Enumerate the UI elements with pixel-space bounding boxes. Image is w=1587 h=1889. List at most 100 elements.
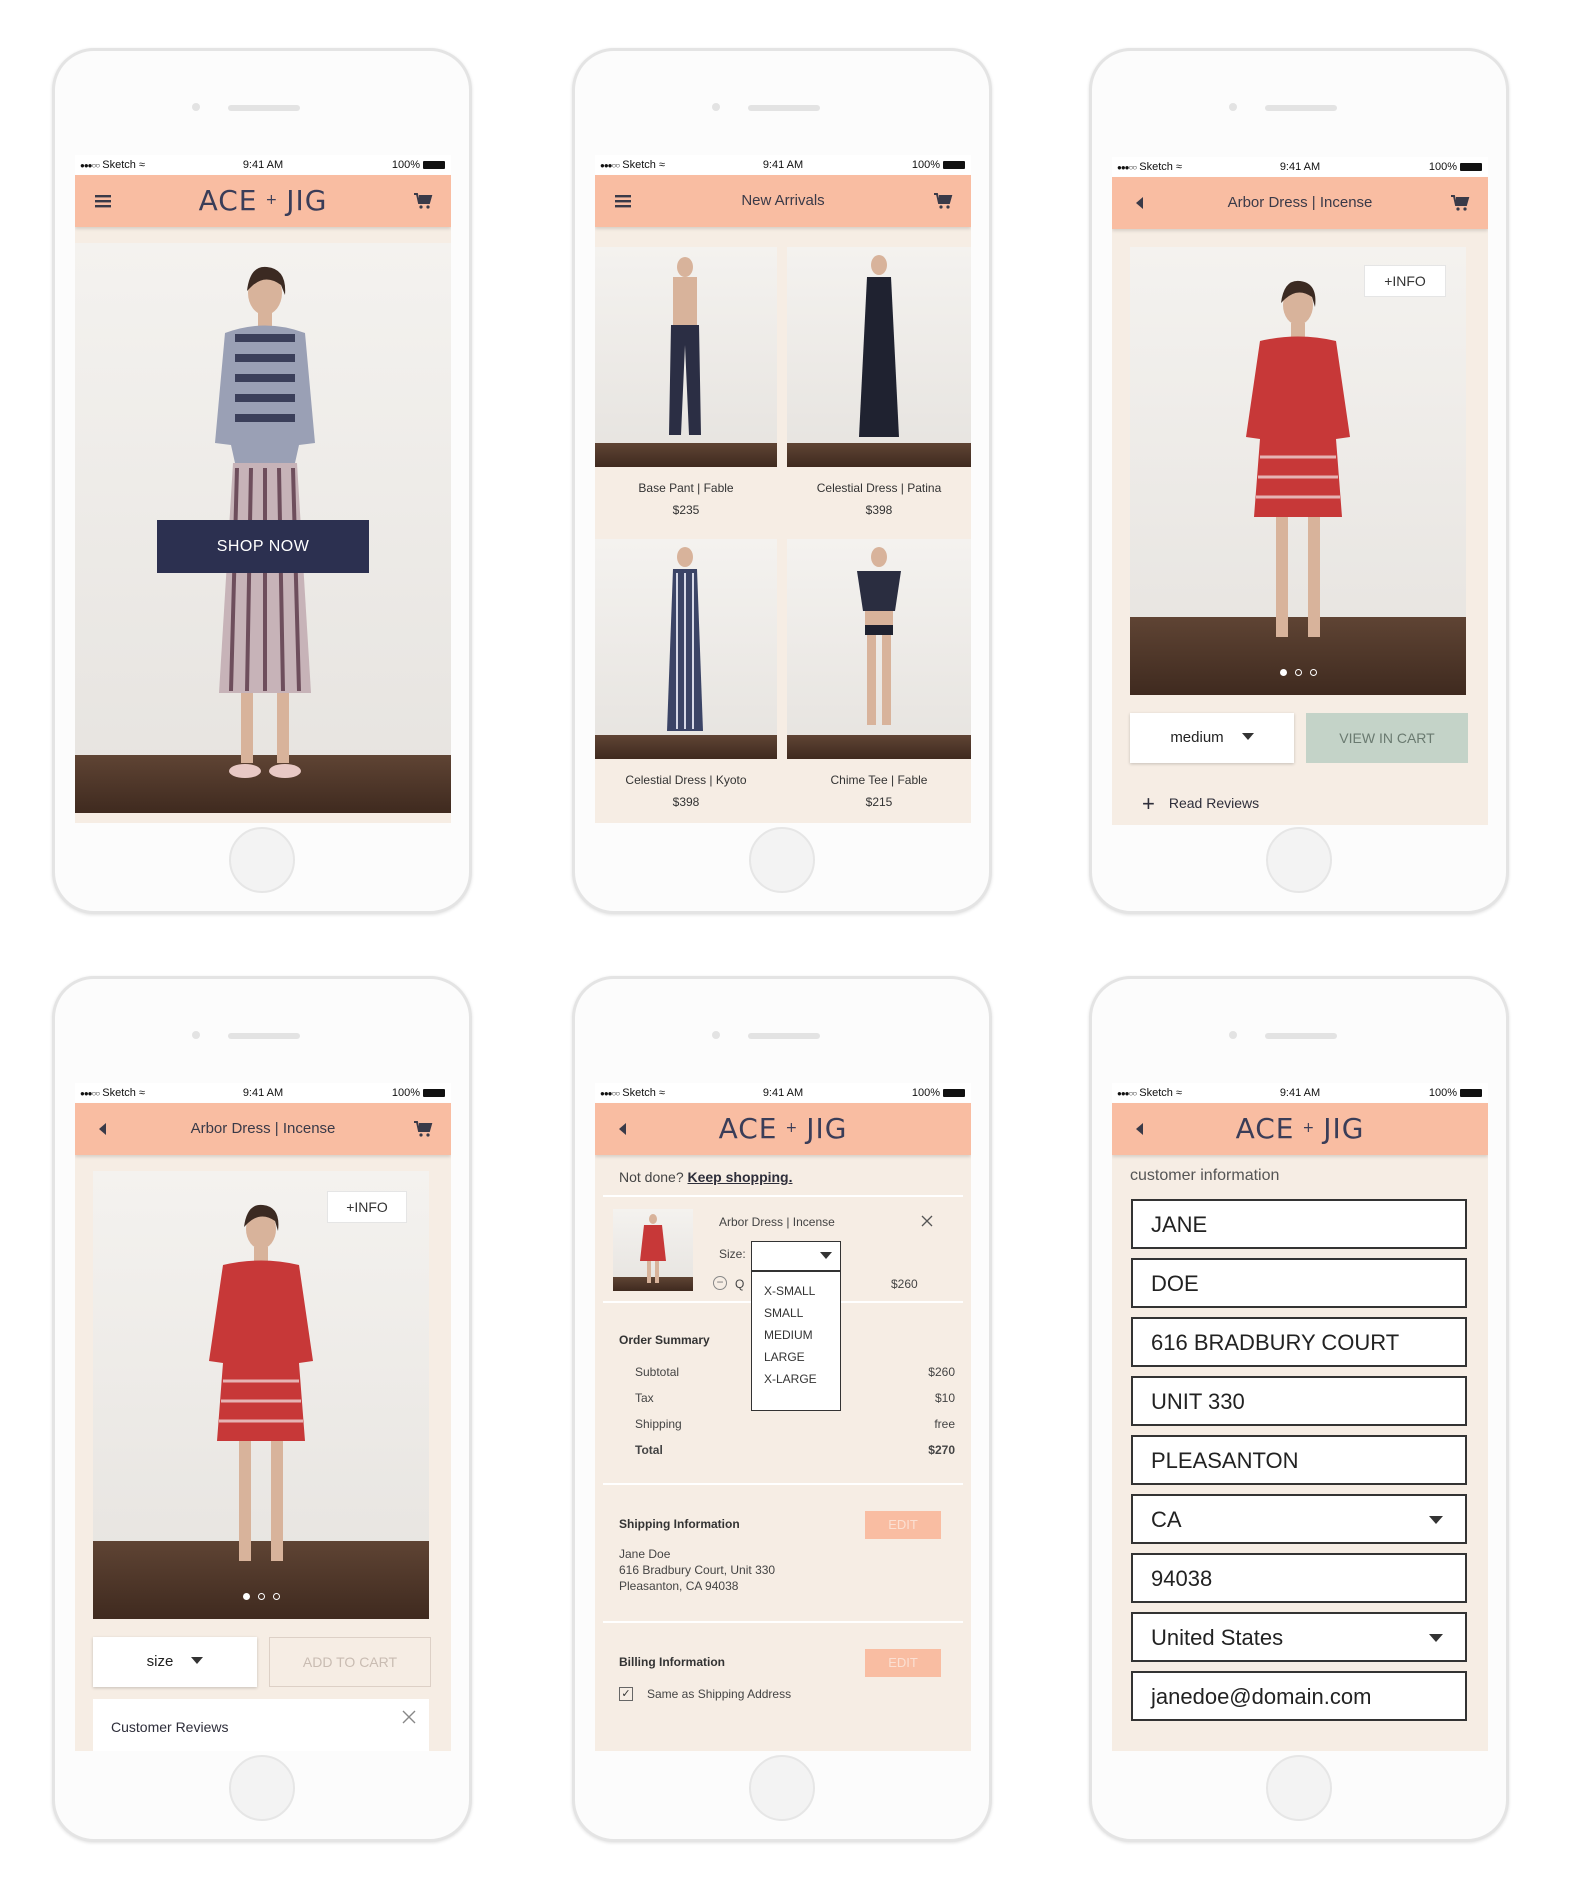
cart-icon[interactable]: [933, 191, 953, 211]
edit-billing-button[interactable]: EDIT: [865, 1649, 941, 1677]
status-bar: ●●●○○ Sketch ≈ 9:41 AM 100%: [75, 155, 451, 175]
size-select[interactable]: medium: [1130, 713, 1294, 763]
size-option[interactable]: SMALL: [752, 1302, 840, 1324]
menu-icon[interactable]: [613, 191, 633, 211]
product-name[interactable]: Celestial Dress | Patina: [787, 481, 971, 495]
product-image-celestial-patina[interactable]: [787, 247, 971, 467]
same-as-shipping-label: Same as Shipping Address: [647, 1687, 792, 1701]
phone-cart: ●●●○○ Sketch ≈ 9:41 AM 100% ACE + JIG Not …: [572, 976, 992, 1842]
info-button[interactable]: +INFO: [327, 1191, 407, 1223]
speaker: [1265, 1033, 1337, 1039]
nav-bar: ACE + JIG: [75, 175, 451, 227]
size-option[interactable]: LARGE: [752, 1346, 840, 1368]
product-price: $235: [672, 503, 700, 517]
plus-icon: +: [1142, 791, 1155, 816]
back-arrow-icon[interactable]: [613, 1119, 633, 1139]
remove-item-icon[interactable]: [921, 1215, 933, 1227]
last-name-field[interactable]: DOE: [1131, 1258, 1467, 1308]
battery-icon: [423, 161, 445, 169]
size-dropdown-menu: X-SMALL SMALL MEDIUM LARGE X-LARGE: [751, 1271, 841, 1411]
shipping-row: Shipping free: [635, 1417, 955, 1431]
reviews-title: Customer Reviews: [111, 1719, 229, 1735]
product-image-base-pant[interactable]: [595, 247, 777, 467]
state-select[interactable]: CA: [1131, 1494, 1467, 1544]
speaker: [748, 105, 820, 111]
product-image[interactable]: +INFO: [1130, 247, 1466, 695]
product-name[interactable]: Celestial Dress | Kyoto: [595, 773, 777, 787]
email-field[interactable]: janedoe@domain.com: [1131, 1671, 1467, 1721]
home-button[interactable]: [749, 1755, 815, 1821]
camera: [1229, 1031, 1237, 1039]
logo[interactable]: ACE + JIG: [135, 184, 391, 217]
address-name: Jane Doe: [619, 1547, 671, 1561]
product-name[interactable]: Chime Tee | Fable: [787, 773, 971, 787]
home-button[interactable]: [229, 1755, 295, 1821]
view-in-cart-button[interactable]: VIEW IN CART: [1306, 713, 1468, 763]
qty-minus-icon[interactable]: −: [713, 1276, 727, 1290]
battery-icon: [1460, 163, 1482, 171]
back-arrow-icon[interactable]: [93, 1119, 113, 1139]
chevron-down-icon: [1241, 733, 1254, 740]
size-option[interactable]: X-SMALL: [752, 1280, 840, 1302]
size-select[interactable]: size: [93, 1637, 257, 1687]
product-name[interactable]: Base Pant | Fable: [595, 481, 777, 495]
logo[interactable]: ACE + JIG: [655, 1112, 911, 1145]
product-image-celestial-kyoto[interactable]: [595, 539, 777, 759]
home-button[interactable]: [229, 827, 295, 893]
cart-item-name: Arbor Dress | Incense: [719, 1215, 835, 1229]
shipping-info-title: Shipping Information: [619, 1517, 740, 1531]
screen-home: ●●●○○ Sketch ≈ 9:41 AM 100% ACE + JIG SH…: [75, 155, 451, 823]
shop-now-button[interactable]: SHOP NOW: [157, 520, 369, 573]
cart-item-image: [613, 1209, 693, 1291]
carousel-dots[interactable]: [93, 1587, 429, 1605]
nav-bar: New Arrivals: [595, 175, 971, 227]
screen-new-arrivals: ●●●○○ Sketch ≈ 9:41 AM 100% New Arrivals…: [595, 155, 971, 823]
status-bar: ●●●○○ Sketch ≈ 9:41 AM 100%: [595, 1083, 971, 1103]
home-button[interactable]: [1266, 827, 1332, 893]
first-name-field[interactable]: JANE: [1131, 1199, 1467, 1249]
size-select[interactable]: [751, 1241, 841, 1271]
address-city: Pleasanton, CA 94038: [619, 1579, 739, 1593]
close-icon[interactable]: [401, 1709, 417, 1725]
back-arrow-icon[interactable]: [1130, 193, 1150, 213]
unit-field[interactable]: UNIT 330: [1131, 1376, 1467, 1426]
zip-field[interactable]: 94038: [1131, 1553, 1467, 1603]
product-price: $215: [865, 795, 893, 809]
screen-product-reviews: ●●●○○ Sketch ≈ 9:41 AM 100% Arbor Dress …: [75, 1083, 451, 1751]
total-row: Total $270: [635, 1443, 955, 1457]
battery-label: 100%: [391, 159, 420, 171]
same-as-shipping-checkbox[interactable]: ✓: [619, 1687, 633, 1701]
address-field[interactable]: 616 BRADBURY COURT: [1131, 1317, 1467, 1367]
product-image[interactable]: +INFO: [93, 1171, 429, 1619]
nav-bar: ACE + JIG: [595, 1103, 971, 1155]
qty-label: Q: [735, 1277, 745, 1291]
keep-shopping-link[interactable]: Keep shopping.: [688, 1169, 793, 1185]
page-title: Arbor Dress | Incense: [1227, 194, 1373, 211]
home-button[interactable]: [1266, 1755, 1332, 1821]
read-reviews-link[interactable]: + Read Reviews: [1142, 791, 1259, 817]
menu-icon[interactable]: [93, 191, 113, 211]
reviews-panel: Customer Reviews: [93, 1699, 429, 1751]
logo[interactable]: ACE + JIG: [1172, 1112, 1428, 1145]
add-to-cart-button[interactable]: ADD TO CART: [269, 1637, 431, 1687]
back-arrow-icon[interactable]: [1130, 1119, 1150, 1139]
size-option[interactable]: X-LARGE: [752, 1368, 840, 1390]
cart-icon[interactable]: [1450, 193, 1470, 213]
status-bar: ●●●○○ Sketch ≈ 9:41 AM 100%: [595, 155, 971, 175]
home-button[interactable]: [749, 827, 815, 893]
cart-icon[interactable]: [413, 1119, 433, 1139]
nav-bar: ACE + JIG: [1112, 1103, 1488, 1155]
carousel-dots[interactable]: [1130, 663, 1466, 681]
product-image-chime-tee[interactable]: [787, 539, 971, 759]
city-field[interactable]: PLEASANTON: [1131, 1435, 1467, 1485]
cart-item-price: $260: [891, 1277, 918, 1291]
camera: [712, 1031, 720, 1039]
not-done-text: Not done?: [619, 1169, 684, 1185]
edit-shipping-button[interactable]: EDIT: [865, 1511, 941, 1539]
size-option[interactable]: MEDIUM: [752, 1324, 840, 1346]
screen-product-detail: ●●●○○ Sketch ≈ 9:41 AM 100% Arbor Dress …: [1112, 157, 1488, 825]
country-select[interactable]: United States: [1131, 1612, 1467, 1662]
nav-bar: Arbor Dress | Incense: [1112, 177, 1488, 229]
cart-icon[interactable]: [413, 191, 433, 211]
info-button[interactable]: +INFO: [1364, 265, 1446, 297]
